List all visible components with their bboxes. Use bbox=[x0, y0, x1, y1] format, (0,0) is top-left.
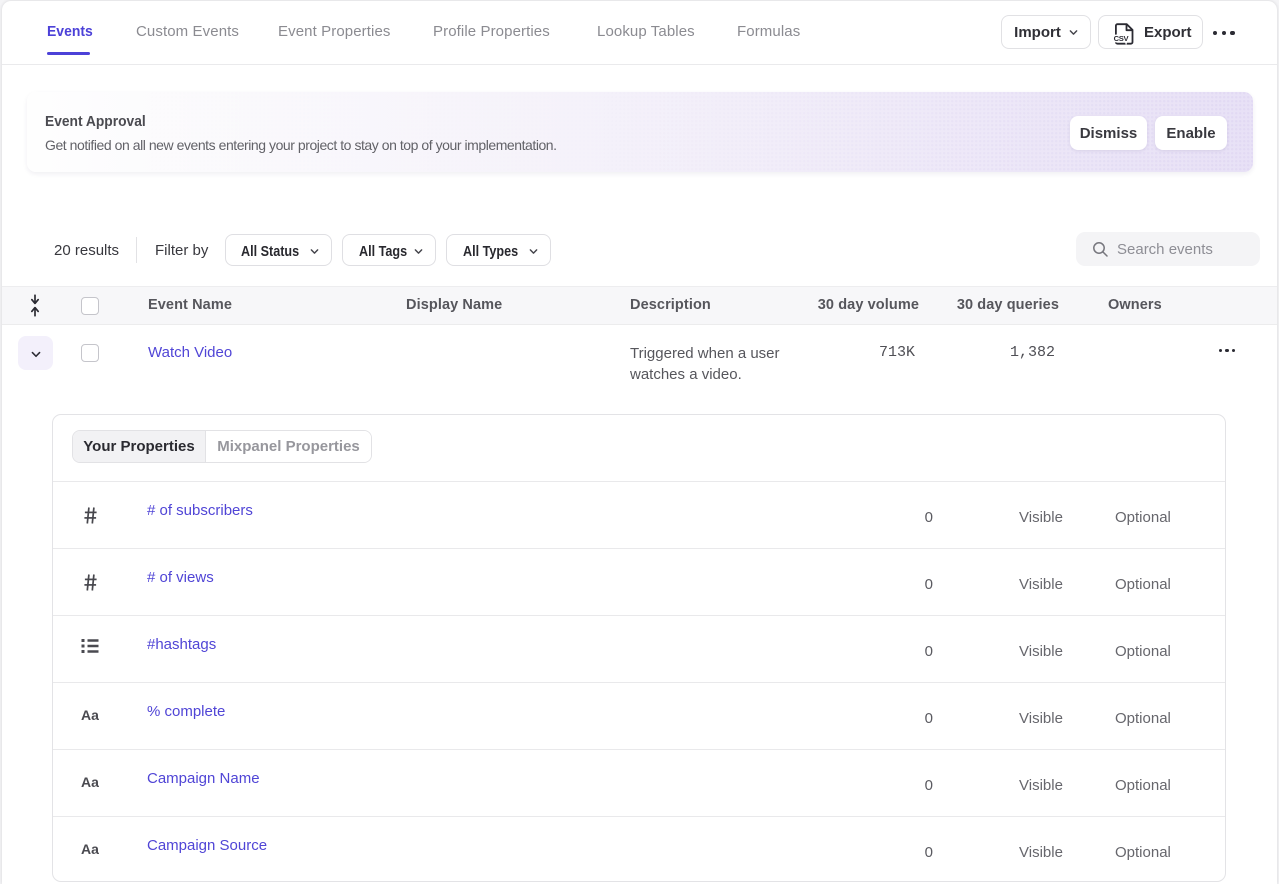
svg-text:CSV: CSV bbox=[1114, 34, 1130, 43]
